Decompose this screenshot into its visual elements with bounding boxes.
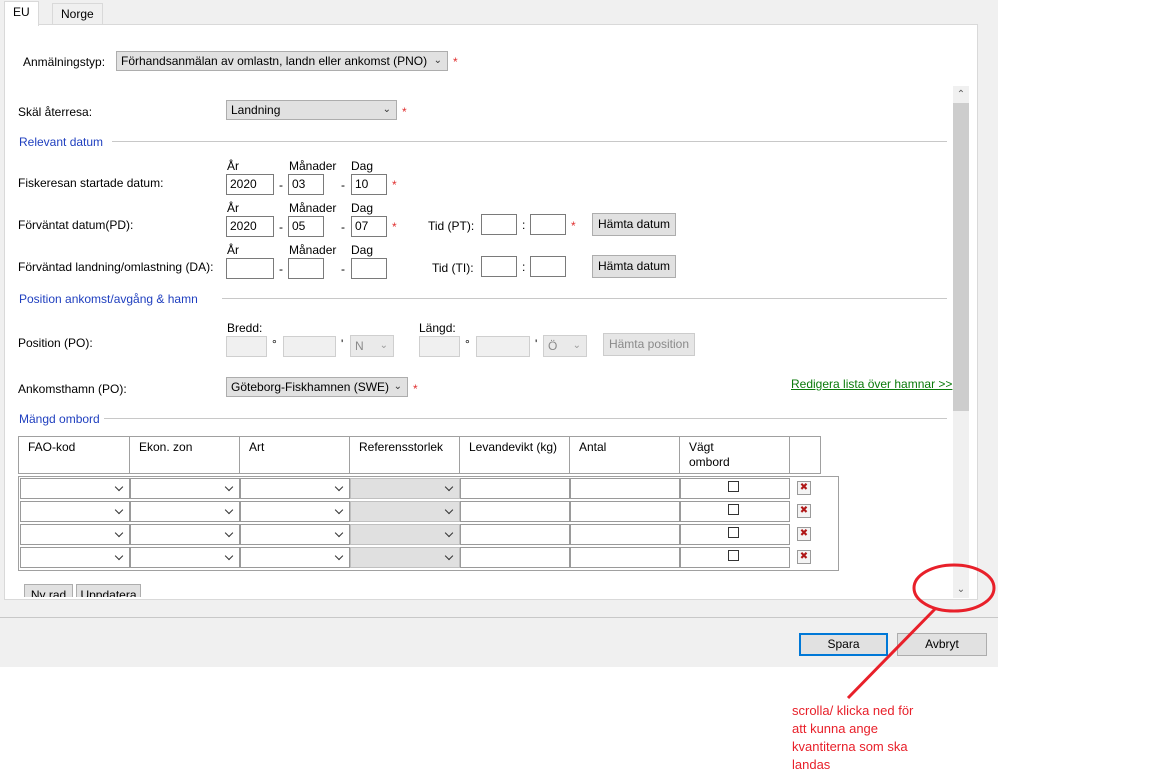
tab-eu[interactable]: EU: [4, 1, 39, 26]
annotation-line: kvantiterna som ska: [792, 739, 908, 754]
annotation-note: scrolla/ klicka ned för att kunna ange k…: [792, 702, 913, 774]
annotation-overlay: [846, 563, 996, 700]
annotation-line: landas: [792, 757, 831, 772]
annotation-line: att kunna ange: [792, 721, 879, 736]
annotation-line: scrolla/ klicka ned för: [792, 703, 914, 718]
annotation-circle: [912, 563, 996, 613]
annotation-arrow-line: [846, 607, 937, 700]
tab-eu-label: EU: [13, 5, 30, 19]
